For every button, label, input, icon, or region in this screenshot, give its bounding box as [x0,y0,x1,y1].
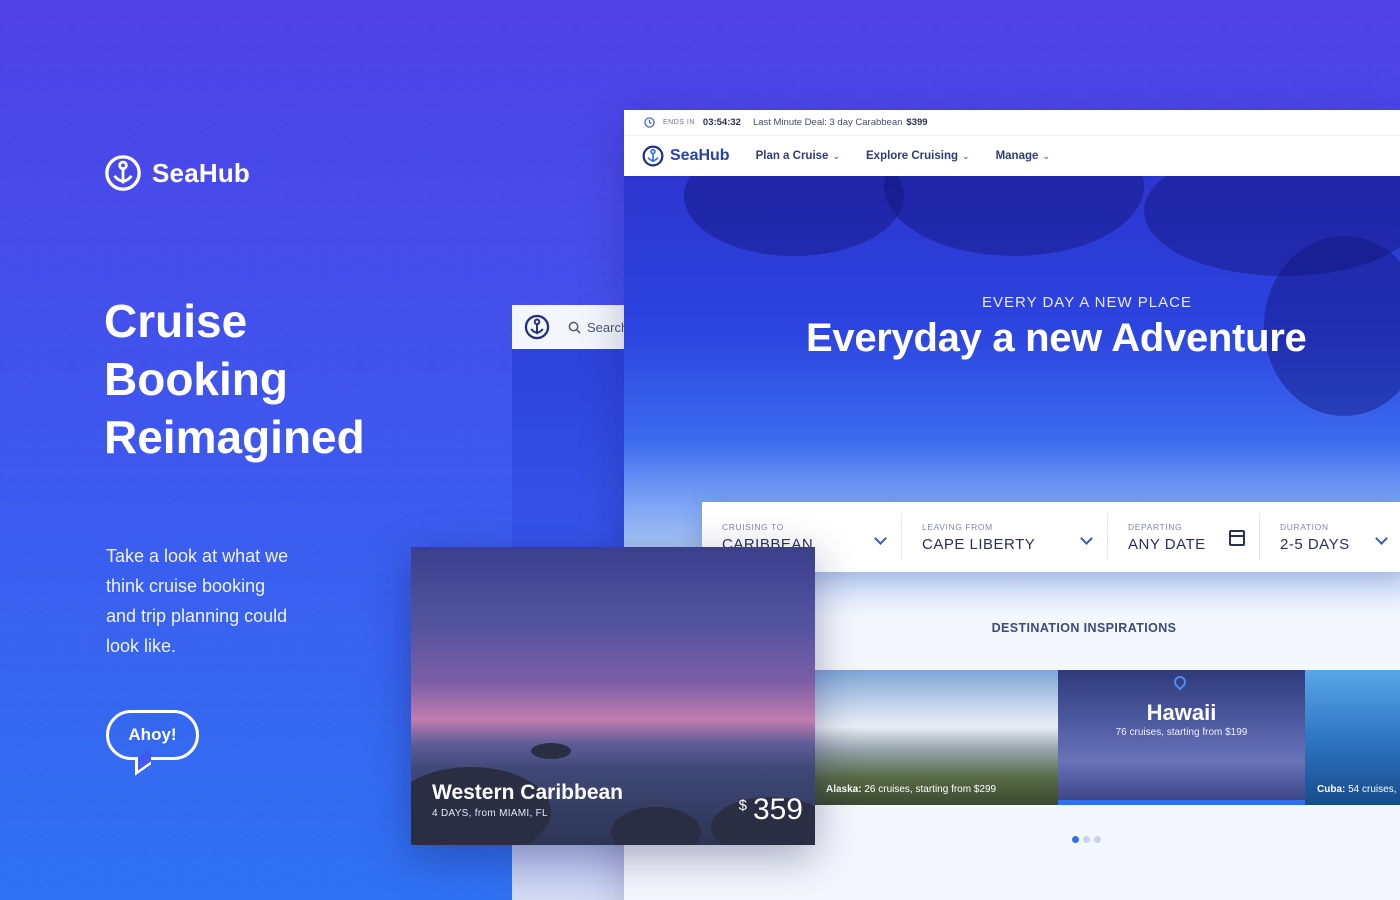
mobile-header: Search [512,305,632,349]
pagination-dot[interactable] [1083,836,1090,843]
deal-price: $399 [906,117,928,128]
price-currency: $ [738,797,747,814]
featured-price: $ 359 [739,793,803,827]
palm-silhouette [884,176,1144,256]
intro-line: Take a look at what we [106,546,289,566]
chevron-down-icon: ⌄ [1042,150,1050,161]
field-value: CAPE LIBERTY [922,535,1036,553]
hero-title: Everyday a new Adventure [806,316,1307,360]
destination-caption: Cuba: 54 cruises, [1317,784,1396,795]
destination-name: Hawaii [1146,700,1217,725]
chevron-down-icon: ⌄ [962,150,970,161]
chevron-down-icon: ⌄ [832,150,840,161]
hero-subtitle: EVERY DAY A NEW PLACE [982,294,1192,311]
calendar-icon [1229,530,1245,546]
nav-explore-cruising[interactable]: Explore Cruising ⌄ [866,150,970,162]
pagination-dot[interactable] [1094,836,1101,843]
rock-shape [611,807,701,845]
nav-item-label: Explore Cruising [866,150,959,162]
featured-cruise-card[interactable]: Western Caribbean 4 DAYS, from MIAMI, FL… [411,547,815,845]
search-icon [568,321,581,334]
rock-shape [411,767,551,845]
destination-card-alaska[interactable]: Alaska: 26 cruises, starting from $299 [814,670,1059,805]
destination-detail: 54 cruises, [1348,784,1397,795]
page-headline: Cruise Booking Reimagined [104,292,444,466]
anchor-logo-icon [642,145,664,167]
anchor-logo-icon [105,155,141,191]
field-label: LEAVING FROM [922,521,993,532]
search-placeholder: Search [587,319,629,335]
map-pin-icon [1171,673,1189,691]
mobile-search-input[interactable]: Search [568,320,628,335]
headline-line: Booking [104,353,288,405]
price-amount: 359 [752,793,803,826]
clock-icon [644,117,655,128]
duration-select[interactable]: DURATION 2-5 DAYS [1260,514,1400,560]
destination-detail: 76 cruises, starting from $199 [1115,727,1248,738]
field-value: 2-5 DAYS [1280,535,1350,553]
nav-item-label: Manage [995,150,1039,162]
nav-logo[interactable]: SeaHub [642,145,730,167]
nav-item-label: Plan a Cruise [755,150,829,162]
destination-card-hawaii[interactable]: Hawaii 76 cruises, starting from $199 [1058,670,1305,805]
anchor-logo-icon[interactable] [524,314,550,340]
featured-title: Western Caribbean [432,781,623,804]
field-value: ANY DATE [1128,535,1206,553]
rock-shape [531,743,571,759]
destination-detail: 26 cruises, starting from $299 [864,784,997,795]
featured-subtitle: 4 DAYS, from MIAMI, FL [432,808,548,819]
departing-date-picker[interactable]: DEPARTING ANY DATE [1108,514,1260,560]
nav-manage[interactable]: Manage ⌄ [996,150,1050,162]
intro-line: think cruise booking [106,576,266,596]
intro-paragraph: Take a look at what we think cruise book… [106,541,336,661]
brand-name: SeaHub [152,157,251,188]
intro-line: look like. [106,636,177,656]
nav-logo-text: SeaHub [670,147,730,164]
deal-text: Last Minute Deal: 3 day Carabbean [752,117,903,128]
field-label: CRUISING TO [722,521,785,532]
headline-line: Reimagined [104,411,365,463]
nav-plan-a-cruise[interactable]: Plan a Cruise ⌄ [756,150,840,162]
pagination-dot[interactable] [1072,836,1079,843]
destination-card-cuba[interactable]: Cuba: 54 cruises, [1305,670,1400,805]
leaving-from-select[interactable]: LEAVING FROM CAPE LIBERTY [902,514,1108,560]
palm-silhouette [684,176,904,256]
brand-logo[interactable]: SeaHub [104,154,250,192]
deal-banner[interactable]: ENDS IN 03:54:32 Last Minute Deal: 3 day… [624,110,1400,136]
ends-in-label: ENDS IN [663,119,695,126]
destination-name: Cuba: [1317,784,1346,795]
main-nav: SeaHub Plan a Cruise ⌄ Explore Cruising … [624,136,1400,176]
field-label: DEPARTING [1128,521,1183,532]
deal-timer: 03:54:32 [702,117,741,128]
ahoy-label: Ahoy! [128,725,177,744]
ahoy-button[interactable]: Ahoy! [106,710,199,776]
field-label: DURATION [1280,521,1329,532]
destination-name: Alaska: [826,784,862,795]
headline-line: Cruise [104,295,248,347]
destination-caption: Alaska: 26 cruises, starting from $299 [826,784,996,795]
intro-line: and trip planning could [106,606,288,626]
carousel-pagination [1072,836,1101,843]
